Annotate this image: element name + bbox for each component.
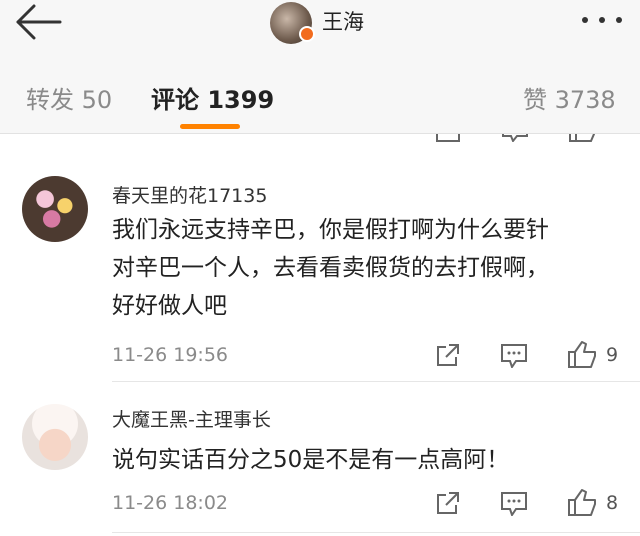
share-icon <box>437 344 459 366</box>
tab-bar: 转发 50 评论 1399 赞 3738 <box>0 56 640 134</box>
tab-comments[interactable]: 评论 1399 <box>151 80 274 115</box>
avatar[interactable] <box>22 404 88 470</box>
comment-item: 春天里的花17135 我们永远支持辛巴，你是假打啊为什么要针 对辛巴一个人，去看… <box>0 144 640 382</box>
comment-time: 11-26 19:56 <box>112 344 229 366</box>
comment-time: 11-26 18:02 <box>112 492 229 514</box>
comment-text: 我们永远支持辛巴，你是假打啊为什么要针 对辛巴一个人，去看看卖假货的去打假啊， … <box>112 211 622 325</box>
share-icon <box>437 492 459 514</box>
comment-username[interactable]: 大魔王黑-主理事长 <box>112 405 271 432</box>
comment-icon <box>501 344 527 370</box>
share-button[interactable] <box>436 343 460 371</box>
tab-likes[interactable]: 赞 3738 <box>523 80 616 115</box>
like-count: 9 <box>606 344 619 366</box>
like-icon <box>569 134 595 142</box>
comment-item: 大魔王黑-主理事长 说句实话百分之50是不是有一点高阿！ 11-26 18:02… <box>0 382 640 536</box>
comment-line: 说句实话百分之50是不是有一点高阿！ <box>112 447 510 473</box>
comment-icon <box>502 134 528 142</box>
like-button[interactable] <box>567 488 597 520</box>
like-icon <box>568 489 596 516</box>
active-tab-indicator <box>180 124 240 129</box>
like-button[interactable] <box>567 340 597 372</box>
comment-icon <box>501 492 527 518</box>
comment-line: 好好做人吧 <box>112 293 227 319</box>
tab-reposts[interactable]: 转发 50 <box>26 80 112 115</box>
comment-text: 说句实话百分之50是不是有一点高阿！ <box>112 441 622 479</box>
comment-line: 我们永远支持辛巴，你是假打啊为什么要针 <box>112 217 549 243</box>
previous-comment-clipped <box>0 134 640 144</box>
more-options-icon[interactable] <box>578 8 626 32</box>
share-icon <box>436 134 460 142</box>
top-bar: 王海 <box>0 0 640 56</box>
like-count: 8 <box>606 492 619 514</box>
avatar[interactable] <box>22 176 88 242</box>
reply-button[interactable] <box>501 344 527 372</box>
verified-badge-icon <box>299 26 315 42</box>
reply-button[interactable] <box>501 492 527 520</box>
comment-username[interactable]: 春天里的花17135 <box>112 181 267 208</box>
share-button[interactable] <box>436 491 460 519</box>
page-title: 王海 <box>322 10 364 34</box>
back-arrow-icon[interactable] <box>14 4 64 48</box>
divider <box>112 532 640 533</box>
like-icon <box>568 341 596 368</box>
comment-line: 对辛巴一个人，去看看卖假货的去打假啊， <box>112 255 549 281</box>
